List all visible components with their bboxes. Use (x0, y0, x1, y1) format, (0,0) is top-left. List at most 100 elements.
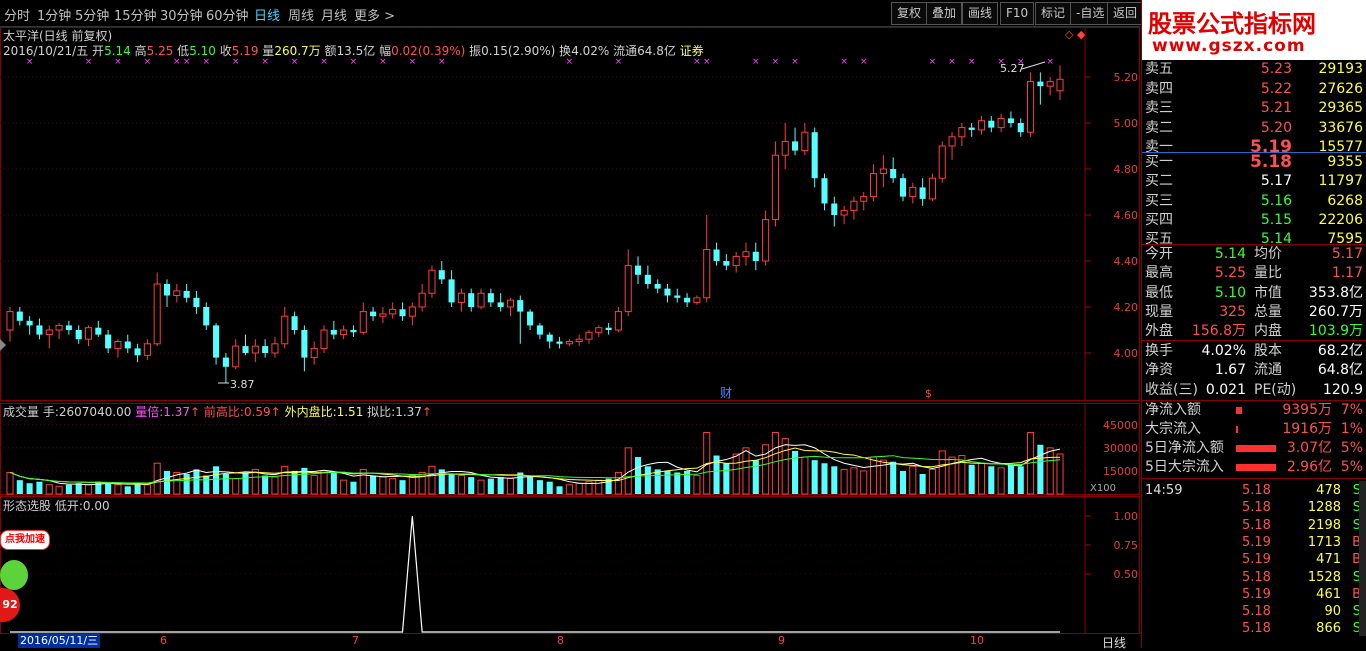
back-button[interactable]: 返回 (1107, 2, 1144, 25)
period-toolbar: 分时 1分钟 5分钟 15分钟 30分钟 60分钟 日线 周线 月线 更多 > … (0, 0, 1144, 27)
period-tab[interactable]: 1分钟 (37, 5, 71, 24)
f10-button[interactable]: F10 (1000, 2, 1035, 25)
sell-level-row[interactable]: 卖三 5.21 29365 (1142, 99, 1366, 118)
adjust-button[interactable]: 复权 (891, 2, 928, 25)
stat-label: PE(动) (1254, 381, 1297, 398)
stat-row: 净资 1.67 流通 64.8亿 (1142, 361, 1366, 380)
buy-level-row[interactable]: 买一 5.18 9355 (1142, 153, 1366, 172)
candle-body (575, 338, 583, 343)
period-tab[interactable]: 分时 (4, 5, 30, 24)
draw-button[interactable]: 画线 (962, 2, 999, 25)
candle-body (850, 200, 858, 211)
tick-row: 5.18 866 S (1142, 619, 1366, 638)
month-label: 8 (557, 634, 564, 647)
volume-bar (977, 462, 986, 495)
speed-up-bubble[interactable]: 点我加速 (0, 530, 50, 550)
month-label: 9 (778, 634, 785, 647)
finance-event-marker: 财 (720, 386, 732, 400)
more-menu[interactable]: 更多 > (354, 5, 395, 24)
candle-body (143, 343, 151, 356)
volume-bar (213, 466, 220, 494)
tick-row: 14:59 5.18 478 S (1142, 481, 1366, 500)
month-label: 7 (352, 634, 359, 647)
candle-body (6, 311, 14, 331)
candle-body (546, 334, 553, 342)
period-tab[interactable]: 30分钟 (160, 5, 203, 24)
sell-level-row[interactable]: 卖二 5.20 33676 (1142, 119, 1366, 138)
volume-bar (163, 470, 171, 494)
level-volume: 33676 (1318, 119, 1363, 136)
tick-qty: 478 (1316, 483, 1341, 498)
volume-bar (644, 466, 651, 494)
candle-body (899, 178, 907, 197)
signal-marker: × (929, 57, 937, 67)
speed-up-widget[interactable]: 点我加速 92 (0, 530, 50, 630)
signal-marker: × (202, 57, 210, 67)
volume-bar (75, 483, 82, 494)
stat-value: 1.17 (1331, 265, 1363, 282)
candle-body (65, 325, 72, 330)
fund-flow-row: 5日净流入额 3.07亿 5% (1142, 439, 1366, 458)
volume-bar (742, 447, 750, 495)
volume-bar (840, 468, 848, 495)
signal-marker: × (26, 57, 34, 67)
period-tab[interactable]: 月线 (321, 5, 347, 24)
mark-button[interactable]: 标记 (1035, 2, 1072, 25)
flow-percent: 5% (1340, 459, 1363, 475)
candle-body (183, 290, 190, 298)
sell-level-row[interactable]: 卖五 5.23 29193 (1142, 60, 1366, 79)
flow-value: 3.07亿 (1286, 440, 1332, 456)
stat-label: 今开 (1145, 246, 1173, 262)
volume-bar (26, 483, 33, 494)
buy-level-row[interactable]: 买四 5.15 22206 (1142, 211, 1366, 230)
flow-label: 5日大宗流入 (1145, 459, 1224, 475)
volume-bar (330, 472, 337, 494)
candle-body (792, 141, 799, 151)
stat-value: 68.2亿 (1317, 343, 1363, 359)
indicator-chart[interactable]: 1.00 0.75 0.50 (0, 496, 1140, 634)
volume-bar (16, 480, 23, 494)
candle-body (801, 131, 809, 152)
tick-scrollbar[interactable] (1359, 481, 1366, 636)
candle-body (948, 136, 956, 147)
signal-marker: × (144, 57, 152, 67)
buy-level-row[interactable]: 买二 5.17 11797 (1142, 172, 1366, 191)
sell-level-row[interactable]: 卖四 5.22 27626 (1142, 80, 1366, 99)
flow-bar (1236, 464, 1276, 471)
volume-bar (222, 474, 229, 494)
overlay-button[interactable]: 叠加 (926, 2, 963, 25)
candlestick-chart[interactable]: 5.205.004.804.604.404.204.00× × × × × × × × × × × ×… (0, 27, 1140, 402)
candle-body (723, 261, 730, 266)
speed-badge[interactable]: 92 (0, 588, 20, 622)
stat-row: 最高 5.25 量比 1.17 (1142, 264, 1366, 283)
candle-body (781, 140, 789, 156)
buy-level-row[interactable]: 买三 5.16 6268 (1142, 192, 1366, 211)
volume-tick-label: 45000 (1103, 419, 1138, 432)
volume-bar (203, 475, 210, 494)
volume-bar (1046, 447, 1054, 495)
period-tab-active[interactable]: 日线 (254, 5, 280, 24)
candle-body (16, 311, 23, 321)
stat-value: 260.7万 (1308, 303, 1363, 320)
price-tick-label: 4.60 (1114, 209, 1139, 222)
tick-qty: 90 (1324, 604, 1341, 620)
watchlist-button[interactable]: -自选 (1070, 2, 1111, 25)
stat-row: 今开 5.14 均价 5.17 (1142, 245, 1366, 264)
level-price: 5.22 (1260, 80, 1292, 97)
site-logo: 股票公式指标网 www.gszx.com (1142, 0, 1366, 60)
candle-body (487, 293, 494, 303)
volume-bar (527, 475, 534, 494)
level-price: 5.18 (1250, 152, 1292, 172)
period-label[interactable]: 日线 (1102, 634, 1126, 651)
tick-row: 5.18 1288 S (1142, 498, 1366, 517)
volume-chart[interactable]: 45000 30000 15000 X100 (0, 403, 1140, 495)
volume-bar (457, 475, 465, 495)
period-tab[interactable]: 15分钟 (114, 5, 157, 24)
period-tab[interactable]: 周线 (288, 5, 314, 24)
period-tab[interactable]: 60分钟 (206, 5, 249, 24)
tick-price: 5.18 (1242, 483, 1271, 498)
candle-body (26, 320, 33, 326)
level-label: 卖三 (1145, 100, 1173, 116)
signal-marker: × (232, 57, 240, 67)
period-tab[interactable]: 5分钟 (75, 5, 109, 24)
